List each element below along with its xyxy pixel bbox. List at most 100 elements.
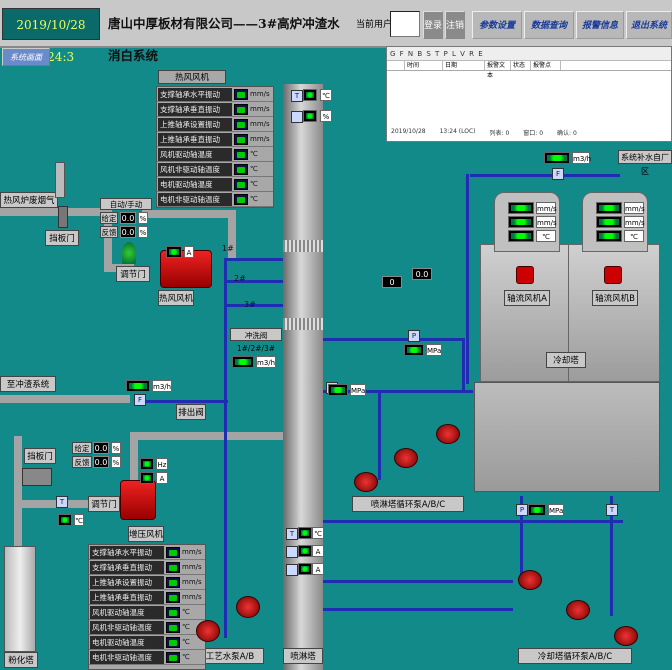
alarm-toolbar[interactable]: G F N B S T P L V R E: [387, 47, 671, 61]
sensor-indicator: [166, 546, 180, 558]
level-sensor[interactable]: [286, 564, 298, 576]
sensor-label: 风机驱动轴温度: [90, 605, 164, 619]
given-value: 0.0: [120, 212, 136, 224]
pressure-sensor[interactable]: P: [408, 330, 420, 342]
sensor-unit: mm/s: [182, 563, 202, 571]
temp-sensor[interactable]: [291, 111, 303, 123]
sensor-indicator: [234, 88, 248, 100]
boost-pipe: [130, 432, 283, 440]
powder-pipe: [14, 500, 94, 508]
unit: A: [312, 563, 324, 575]
sensor-indicator: [234, 178, 248, 190]
col-time: 时间: [405, 61, 443, 70]
status-list: 列表: 0: [489, 130, 510, 137]
water-line: [323, 520, 623, 523]
fan-a-motor[interactable]: [516, 266, 534, 284]
temp-sensor[interactable]: T: [56, 496, 68, 508]
cooling-pump-c[interactable]: [614, 626, 638, 646]
sensor-indicator: [166, 636, 180, 648]
status-time: 13:24 (LOC): [439, 128, 476, 135]
unit: MPa: [426, 344, 442, 356]
flow-sensor[interactable]: F: [134, 394, 146, 406]
nav-alarm-info[interactable]: 报警信息: [576, 11, 624, 39]
nav-param-settings[interactable]: 参数设置: [472, 11, 522, 39]
unit: ℃: [536, 230, 556, 242]
sensor-unit: mm/s: [250, 105, 270, 113]
unit: MPa: [548, 504, 564, 516]
user-field[interactable]: [390, 11, 420, 37]
sensor-row: 支撑轴承水平振动 mm/s: [89, 545, 205, 560]
unit: ℃: [320, 89, 332, 101]
powder-tower[interactable]: [4, 546, 36, 652]
flow-indicator: [232, 356, 254, 368]
unit: %: [320, 110, 332, 122]
sensor-indicator: [234, 118, 248, 130]
process-pump-a[interactable]: [196, 620, 220, 642]
indicator: [508, 230, 534, 242]
given-label: 给定: [72, 442, 92, 454]
water-line: [224, 258, 284, 261]
hot-air-pipe: [142, 210, 236, 218]
sensor-row: 电机驱动轴温度 ℃: [157, 177, 273, 192]
spray-pump-a[interactable]: [354, 472, 378, 492]
spray-pump-b[interactable]: [394, 448, 418, 468]
temp-sensor[interactable]: T: [291, 90, 303, 102]
unit: mm/s: [624, 202, 645, 214]
fan-b-motor[interactable]: [604, 266, 622, 284]
damper2-valve[interactable]: [22, 468, 52, 486]
system-screen-button[interactable]: 系统画面: [2, 48, 50, 66]
unit: mm/s: [624, 216, 645, 228]
sensor-label: 支撑轴承水平振动: [158, 87, 232, 101]
sensor-label: 电机驱动轴温度: [158, 177, 232, 191]
water-line: [323, 608, 513, 611]
chimney-valve[interactable]: [55, 162, 65, 198]
unit: m3/h: [152, 380, 172, 392]
nav-exit[interactable]: 退出系统: [626, 11, 672, 39]
alarm-window[interactable]: G F N B S T P L V R E 时间 日期 报警文本 状态 报警点 …: [386, 46, 672, 142]
sensor-row: 风机驱动轴温度 ℃: [89, 605, 205, 620]
tower-packing: [283, 318, 323, 330]
sensor-row: 上推轴承设置振动 mm/s: [89, 575, 205, 590]
temp-sensor[interactable]: T: [606, 504, 618, 516]
indicator: [404, 344, 424, 356]
nav-data-query[interactable]: 数据查询: [524, 11, 574, 39]
process-pump-b[interactable]: [236, 596, 260, 618]
sensor-unit: ℃: [182, 608, 190, 616]
sensor-indicator: [166, 576, 180, 588]
sensor-unit: ℃: [182, 623, 190, 631]
boost-pipe: [130, 432, 138, 486]
cooling-pump-a[interactable]: [518, 570, 542, 590]
regulator-actuator[interactable]: [122, 242, 136, 264]
cooling-pump-b[interactable]: [566, 600, 590, 620]
indicator: [140, 472, 154, 484]
unit: m3/h: [572, 152, 591, 164]
flow-indicator: [126, 380, 150, 392]
indicator: [508, 202, 534, 214]
col-state: 状态: [511, 61, 531, 70]
clock: 2019/10/28 13:24:3: [2, 8, 100, 64]
sensor-row: 电机非驱动轴温度 ℃: [157, 192, 273, 207]
boost-fan-motor[interactable]: [120, 480, 156, 520]
temp-sensor[interactable]: T: [286, 528, 298, 540]
logout-button[interactable]: 注销: [445, 11, 465, 39]
feedback-value: 0.0: [93, 456, 109, 468]
given-value: 0.0: [93, 442, 109, 454]
unit: ℃: [74, 514, 84, 526]
level-sensor[interactable]: [286, 546, 298, 558]
sensor-label: 支撑轴承垂直振动: [90, 560, 164, 574]
status-date: 2019/10/28: [391, 128, 426, 135]
readout-1: 0: [382, 276, 402, 288]
login-button[interactable]: 登录: [423, 11, 443, 39]
spray-tower[interactable]: [283, 84, 323, 670]
sensor-indicator: [234, 193, 248, 205]
pressure-sensor[interactable]: P: [516, 504, 528, 516]
col-point: 报警点: [531, 61, 561, 70]
damper-valve[interactable]: [58, 206, 68, 228]
cooling-pump-label: 冷却塔循环泵A/B/C: [518, 648, 632, 664]
flow-indicator: [544, 152, 570, 164]
flow-sensor[interactable]: F: [552, 168, 564, 180]
spray-pump-c[interactable]: [436, 424, 460, 444]
unit: mm/s: [536, 216, 557, 228]
sensor-unit: mm/s: [250, 120, 270, 128]
unit: ℃: [624, 230, 644, 242]
